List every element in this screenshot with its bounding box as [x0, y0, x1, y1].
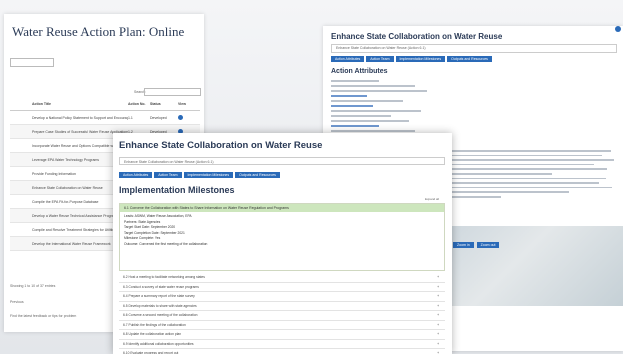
- tab-implementation-milestones[interactable]: Implementation Milestones: [183, 172, 234, 178]
- milestone-item[interactable]: 6.6 Convene a second meeting of the coll…: [119, 311, 445, 321]
- milestone-label: 6.6 Convene a second meeting of the coll…: [123, 313, 198, 317]
- map-image[interactable]: [451, 226, 623, 306]
- row-status: Developed: [150, 115, 167, 120]
- implementation-milestones-window: Enhance State Collaboration on Water Reu…: [113, 133, 452, 354]
- milestone-label: 6.4 Prepare a summary report of the stat…: [123, 294, 195, 298]
- expand-icon[interactable]: +: [437, 340, 439, 349]
- milestone-details: Leads: ASWM, Water Reuse Association, EP…: [120, 212, 444, 249]
- expand-icon[interactable]: +: [437, 321, 439, 330]
- search-input[interactable]: [144, 88, 201, 96]
- milestone-list: 6.2 Host a meeting to facilitate network…: [119, 273, 445, 354]
- table-row[interactable]: Develop a National Policy Statement to S…: [10, 111, 200, 125]
- milestone-title[interactable]: 6.1 Convene the Collaboration with State…: [120, 204, 444, 212]
- milestone-item[interactable]: 6.8 Update the collaboration action plan…: [119, 330, 445, 340]
- pagination-info: Showing 1 to 10 of 37 entries: [10, 284, 56, 288]
- expand-icon[interactable]: +: [437, 349, 439, 354]
- entries-select[interactable]: [10, 58, 54, 67]
- column-header[interactable]: Action Title: [10, 102, 128, 106]
- expand-icon[interactable]: +: [437, 302, 439, 311]
- action-dropdown[interactable]: Enhance State Collaboration on Water Reu…: [331, 44, 617, 53]
- column-header[interactable]: View: [178, 102, 198, 106]
- map-controls: Zoom in Zoom out: [453, 242, 500, 248]
- feedback-link[interactable]: Find the latest feedback or tips for pro…: [10, 314, 76, 318]
- expand-icon[interactable]: +: [437, 311, 439, 320]
- row-title[interactable]: Leverage EPA Water Technology Programs: [10, 158, 128, 162]
- row-title[interactable]: Compile and Resolve Treatment Strategies…: [10, 228, 128, 232]
- milestone-item[interactable]: 6.5 Develop materials to share with stat…: [119, 302, 445, 311]
- tab-action-team[interactable]: Action Team: [366, 56, 394, 62]
- milestone-label: 6.10 Evaluate progress and report out: [123, 351, 179, 354]
- row-title[interactable]: Prepare Case Studies of Successful Water…: [10, 130, 128, 134]
- expand-all-link[interactable]: Expand all: [425, 197, 439, 201]
- tab-action-attributes[interactable]: Action Attributes: [119, 172, 153, 178]
- window-title: Enhance State Collaboration on Water Reu…: [119, 140, 323, 151]
- section-heading: Implementation Milestones: [119, 185, 235, 195]
- column-header[interactable]: Action No.: [128, 102, 150, 106]
- milestone-label: 6.3 Conduct a survey of state water reus…: [123, 284, 199, 289]
- row-title[interactable]: Develop a National Policy Statement to S…: [10, 116, 128, 120]
- milestone-label: 6.2 Host a meeting to facilitate network…: [123, 275, 205, 279]
- milestone-item[interactable]: 6.7 Publish the findings of the collabor…: [119, 321, 445, 330]
- row-title[interactable]: Compile the EPA Fit-for-Purpose Database: [10, 200, 128, 204]
- milestone-expanded[interactable]: 6.1 Convene the Collaboration with State…: [119, 203, 445, 271]
- description-text: [451, 150, 619, 201]
- table-header: Action Title Action No. Status View: [10, 98, 200, 111]
- section-heading: Action Attributes: [331, 68, 388, 75]
- zoom-in-button[interactable]: Zoom in: [453, 242, 474, 248]
- pagination-previous[interactable]: Previous: [10, 300, 24, 304]
- tab-implementation-milestones[interactable]: Implementation Milestones: [395, 56, 446, 62]
- tab-action-attributes[interactable]: Action Attributes: [331, 56, 365, 62]
- row-title[interactable]: Incorporate Water Reuse and Options Comp…: [10, 144, 128, 148]
- expand-icon[interactable]: +: [437, 283, 439, 292]
- milestone-label: 6.8 Update the collaboration action plan: [123, 332, 182, 336]
- expand-icon[interactable]: +: [437, 330, 439, 339]
- view-cell: [178, 114, 198, 121]
- row-action-no: 1.1: [128, 115, 133, 120]
- milestone-item[interactable]: 6.9 Identify additional collaboration op…: [119, 340, 445, 349]
- milestone-label: 6.5 Develop materials to share with stat…: [123, 303, 197, 308]
- milestone-item[interactable]: 6.4 Prepare a summary report of the stat…: [119, 292, 445, 302]
- action-dropdown[interactable]: Enhance State Collaboration on Water Reu…: [119, 157, 445, 165]
- tab-outputs-resources[interactable]: Outputs and Resources: [447, 56, 492, 62]
- milestone-item[interactable]: 6.10 Evaluate progress and report out +: [119, 349, 445, 354]
- window-title: Enhance State Collaboration on Water Reu…: [331, 32, 503, 41]
- milestone-item[interactable]: 6.2 Host a meeting to facilitate network…: [119, 273, 445, 283]
- tab-outputs-resources[interactable]: Outputs and Resources: [235, 172, 280, 178]
- page-title: Water Reuse Action Plan: Online: [12, 24, 185, 39]
- milestone-label: 6.9 Identify additional collaboration op…: [123, 341, 194, 346]
- milestone-outcome: Outcome: Convened the first meeting of t…: [124, 241, 208, 246]
- row-title[interactable]: Enhance State Collaboration on Water Reu…: [10, 186, 128, 190]
- row-title[interactable]: Provide Funding Information: [10, 172, 128, 176]
- view-icon[interactable]: [178, 114, 183, 120]
- close-icon[interactable]: [615, 26, 621, 32]
- zoom-out-button[interactable]: Zoom out: [476, 242, 500, 248]
- row-title[interactable]: Develop a Water Reuse Technical Assistan…: [10, 214, 128, 218]
- column-header[interactable]: Status: [150, 102, 178, 106]
- expand-icon[interactable]: +: [437, 273, 439, 282]
- desktop-background: Water Reuse Action Plan: Online Search: …: [0, 0, 623, 354]
- tab-bar: Action Attributes Action Team Implementa…: [331, 56, 492, 62]
- tab-action-team[interactable]: Action Team: [154, 172, 182, 178]
- tab-bar: Action Attributes Action Team Implementa…: [119, 172, 280, 178]
- expand-icon[interactable]: +: [437, 292, 439, 301]
- attribute-text: [331, 80, 451, 140]
- row-title[interactable]: Develop the International Water Reuse Fr…: [10, 242, 128, 246]
- milestone-item[interactable]: 6.3 Conduct a survey of state water reus…: [119, 283, 445, 292]
- milestone-label: 6.7 Publish the findings of the collabor…: [123, 322, 186, 327]
